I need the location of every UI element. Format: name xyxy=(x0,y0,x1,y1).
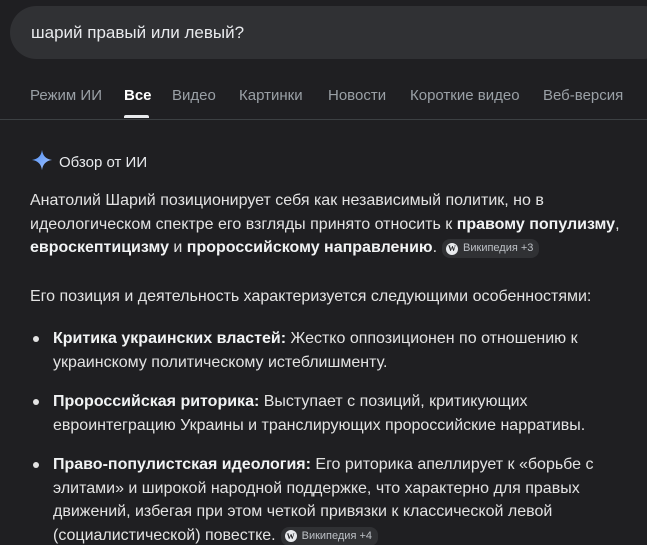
tab-short-videos[interactable]: Короткие видео xyxy=(410,87,520,104)
summary-bold: пророссийскому направлению xyxy=(186,239,433,256)
search-bar[interactable]: шарий правый или левый? xyxy=(10,6,647,59)
intro-paragraph: Его позиция и деятельность характеризует… xyxy=(30,287,592,305)
tab-bar: Режим ИИ Все Видео Картинки Новости Коро… xyxy=(0,59,647,120)
tab-ai-mode[interactable]: Режим ИИ xyxy=(30,87,102,104)
tab-video[interactable]: Видео xyxy=(172,87,216,104)
ai-overview-content: Анатолий Шарий позиционирует себя как не… xyxy=(30,189,640,545)
list-item-title: Право-популистская идеология: xyxy=(53,456,311,473)
tab-images[interactable]: Картинки xyxy=(239,87,303,104)
list-item-title: Критика украинских властей: xyxy=(53,330,287,347)
summary-bold: правому популизму xyxy=(456,215,616,233)
tab-web[interactable]: Веб-версия xyxy=(543,87,623,104)
active-tab-indicator xyxy=(124,115,149,118)
feature-list: Критика украинских властей: Жестко оппоз… xyxy=(30,327,640,545)
source-chip-label: Википедия +3 xyxy=(463,242,534,254)
wikipedia-icon: W xyxy=(284,530,297,542)
source-chip[interactable]: W Википедия +4 xyxy=(280,526,378,545)
source-chip-label: Википедия +4 xyxy=(301,529,372,542)
sparkle-icon xyxy=(31,149,53,176)
wikipedia-icon: W xyxy=(446,242,459,255)
summary-paragraph: Анатолий Шарий позиционирует себя как не… xyxy=(30,189,640,260)
ai-overview-title: Обзор от ИИ xyxy=(59,153,148,171)
tab-all[interactable]: Все xyxy=(124,87,152,104)
source-chip[interactable]: W Википедия +3 xyxy=(442,239,540,258)
summary-bold: евроскептицизму xyxy=(30,239,169,256)
ai-overview-header: Обзор от ИИ xyxy=(31,149,148,176)
tab-news[interactable]: Новости xyxy=(328,87,386,104)
list-item-title: Пророссийская риторика: xyxy=(53,393,260,410)
list-item: Критика украинских властей: Жестко оппоз… xyxy=(30,327,640,374)
list-item: Право-популистская идеология: Его ритори… xyxy=(30,453,640,545)
list-item: Пророссийская риторика: Выступает с пози… xyxy=(30,390,640,437)
search-query[interactable]: шарий правый или левый? xyxy=(31,23,244,43)
summary-text: . xyxy=(432,239,438,256)
summary-text: и xyxy=(168,239,187,256)
summary-text: , xyxy=(615,215,620,233)
